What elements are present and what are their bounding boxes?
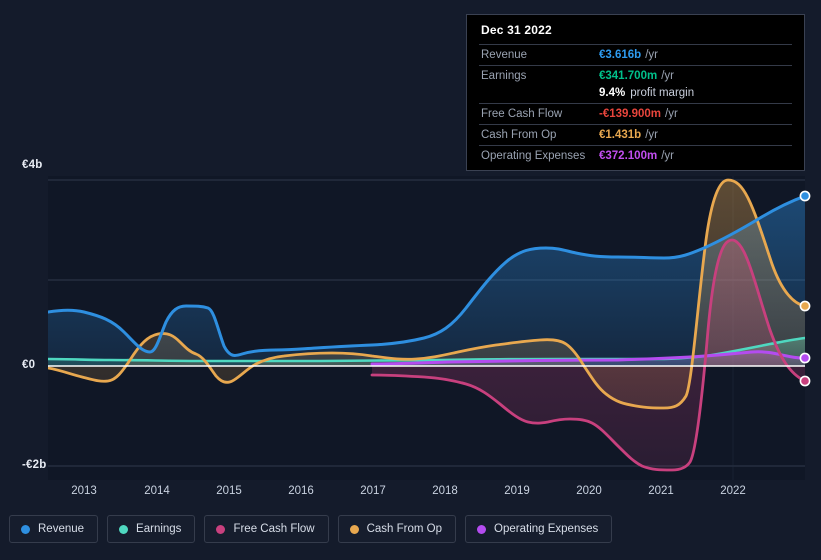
x-axis-label-2022: 2022	[720, 485, 746, 497]
x-axis-label-2019: 2019	[504, 485, 530, 497]
tooltip-value-earnings: €341.700m	[599, 70, 658, 82]
tooltip-date: Dec 31 2022	[481, 23, 552, 37]
tooltip-value-free-cash-flow: -€139.900m	[599, 108, 662, 120]
legend-label-cash-from-op: Cash From Op	[366, 523, 443, 535]
legend-dot-free-cash-flow-icon	[216, 524, 226, 534]
tooltip-unit-operating-expenses: /yr	[661, 150, 674, 162]
financial-chart: €4b €0 -€2b 2013 2014 2015 2016 2017 201…	[0, 0, 821, 560]
data-tooltip: Dec 31 2022 Revenue €3.616b /yr Earnings…	[466, 14, 805, 171]
legend-item-revenue[interactable]: Revenue	[9, 515, 99, 543]
tooltip-value-revenue: €3.616b	[599, 49, 642, 61]
y-axis-label-0: €0	[22, 359, 36, 371]
legend-dot-operating-expenses-icon	[477, 524, 487, 534]
tooltip-unit-free-cash-flow: /yr	[665, 108, 678, 120]
tooltip-row-free-cash-flow: Free Cash Flow -€139.900m /yr	[479, 103, 792, 124]
legend-label-free-cash-flow: Free Cash Flow	[233, 523, 315, 535]
tooltip-sub-profit-margin: profit margin	[630, 87, 695, 99]
tooltip-value-operating-expenses: €372.100m	[599, 150, 658, 162]
legend-item-free-cash-flow[interactable]: Free Cash Flow	[204, 515, 329, 543]
x-axis-label-2016: 2016	[288, 485, 314, 497]
x-axis-label-2020: 2020	[576, 485, 602, 497]
legend-item-operating-expenses[interactable]: Operating Expenses	[465, 515, 613, 543]
tooltip-label-operating-expenses: Operating Expenses	[481, 150, 586, 162]
legend-item-earnings[interactable]: Earnings	[107, 515, 196, 543]
tooltip-label-earnings: Earnings	[481, 70, 527, 82]
tooltip-row-revenue: Revenue €3.616b /yr	[479, 44, 792, 65]
legend-item-cash-from-op[interactable]: Cash From Op	[337, 515, 457, 543]
tooltip-row-earnings: Earnings €341.700m /yr	[479, 65, 792, 86]
chart-legend: Revenue Earnings Free Cash Flow Cash Fro…	[9, 515, 613, 543]
tooltip-label-cash-from-op: Cash From Op	[481, 129, 557, 141]
x-axis-label-2018: 2018	[432, 485, 458, 497]
tooltip-row-cash-from-op: Cash From Op €1.431b /yr	[479, 124, 792, 145]
revenue-end-marker[interactable]	[799, 190, 811, 202]
y-axis-label-neg2b: -€2b	[22, 459, 47, 471]
x-axis-label-2013: 2013	[71, 485, 97, 497]
tooltip-unit-earnings: /yr	[661, 70, 674, 82]
tooltip-row-profit-margin: 9.4% profit margin	[479, 86, 792, 103]
fcf-end-marker[interactable]	[799, 375, 811, 387]
legend-label-operating-expenses: Operating Expenses	[494, 523, 599, 535]
x-axis-label-2021: 2021	[648, 485, 674, 497]
tooltip-row-operating-expenses: Operating Expenses €372.100m /yr	[479, 145, 792, 166]
x-axis-label-2017: 2017	[360, 485, 386, 497]
cfo-end-marker[interactable]	[799, 300, 811, 312]
tooltip-label-free-cash-flow: Free Cash Flow	[481, 108, 563, 120]
x-axis-label-2014: 2014	[144, 485, 170, 497]
opex-end-marker[interactable]	[799, 352, 811, 364]
legend-label-revenue: Revenue	[38, 523, 85, 535]
tooltip-unit-revenue: /yr	[645, 49, 658, 61]
legend-label-earnings: Earnings	[136, 523, 182, 535]
tooltip-label-revenue: Revenue	[481, 49, 528, 61]
tooltip-value-profit-margin: 9.4%	[599, 87, 626, 99]
legend-dot-revenue-icon	[21, 524, 30, 534]
x-axis-label-2015: 2015	[216, 485, 242, 497]
tooltip-value-cash-from-op: €1.431b	[599, 129, 642, 141]
legend-dot-cash-from-op-icon	[349, 524, 359, 534]
tooltip-unit-cash-from-op: /yr	[645, 129, 658, 141]
y-axis-label-4b: €4b	[22, 159, 43, 171]
legend-dot-earnings-icon	[119, 524, 129, 534]
